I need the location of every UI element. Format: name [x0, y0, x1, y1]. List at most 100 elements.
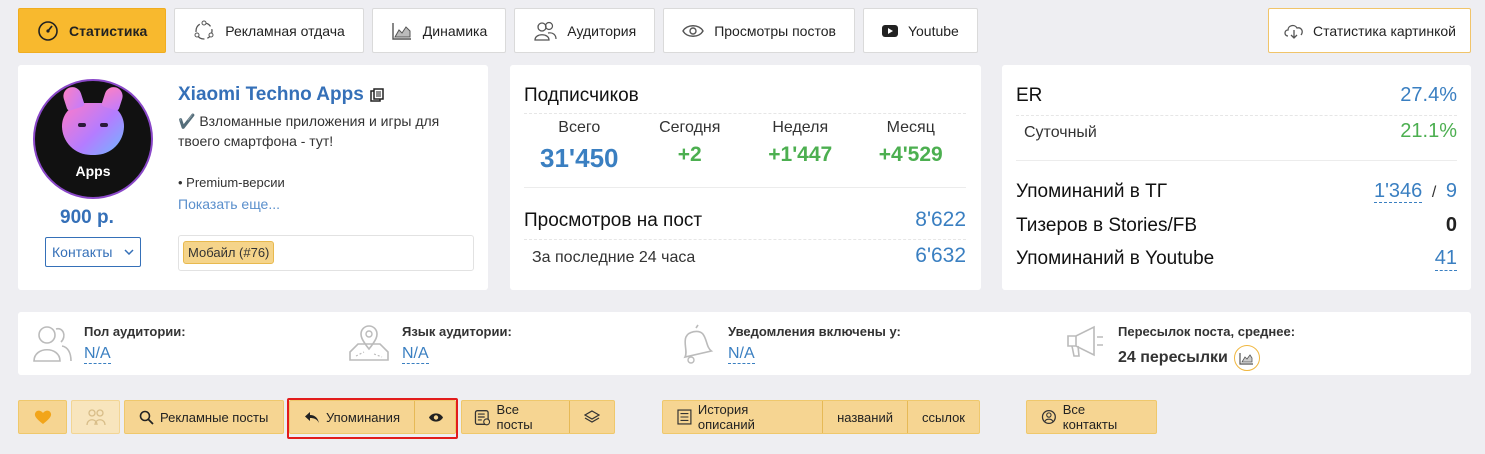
- tab-label: Аудитория: [567, 22, 637, 39]
- tab-label: Youtube: [907, 22, 959, 39]
- statistics-image-button[interactable]: Статистика картинкой: [1268, 8, 1471, 53]
- copy-icon[interactable]: [370, 87, 385, 103]
- channel-price: 900 р.: [60, 207, 114, 228]
- channel-avatar[interactable]: Apps: [33, 79, 153, 199]
- all-posts-button-group: Все посты: [461, 400, 615, 434]
- audience-notifications-value[interactable]: N/A: [728, 345, 755, 364]
- mentions-tg-label: Упоминаний в ТГ: [1016, 181, 1168, 202]
- subscribers-month-label: Месяц: [886, 119, 935, 136]
- ad-posts-seg: Рекламные посты: [125, 401, 282, 433]
- tab-label: Рекламная отдача: [225, 22, 345, 39]
- chart-area-icon: [1239, 352, 1254, 365]
- contacts-dropdown[interactable]: Контакты: [45, 237, 141, 267]
- show-more-link[interactable]: Показать еще...: [178, 196, 280, 212]
- audience-gender-value[interactable]: N/A: [84, 345, 111, 364]
- mentions-button-group: Упоминания: [289, 400, 456, 434]
- er-daily-value: 21.1%: [1400, 120, 1457, 142]
- contacts-badge-icon: [1041, 409, 1056, 425]
- all-contacts-button[interactable]: Все контакты: [1026, 400, 1157, 434]
- names-history-button[interactable]: названий: [822, 401, 907, 433]
- ad-posts-button[interactable]: Рекламные посты: [124, 400, 284, 434]
- audience-language-value[interactable]: N/A: [402, 345, 429, 364]
- mentions-label: Упоминания: [325, 409, 400, 425]
- tab-statistics[interactable]: Статистика: [18, 8, 167, 53]
- mentions-tg-value2[interactable]: 9: [1446, 180, 1457, 202]
- eye-icon: [682, 24, 705, 37]
- tab-dynamics[interactable]: Динамика: [371, 8, 507, 53]
- channel-profile-card: Apps 900 р. Контакты Xiaomi Techno Apps …: [18, 65, 488, 290]
- posts-list-icon: [474, 409, 491, 425]
- channel-description: ✔️ Взломанные приложения и игры для твое…: [178, 113, 440, 149]
- history-button-group: История описаний названий ссылок: [662, 400, 980, 434]
- mentions-views-button[interactable]: [414, 401, 457, 433]
- mentions-tg-separator: /: [1431, 184, 1437, 201]
- mascot-logo-icon: [62, 103, 124, 155]
- subscribers-week: Неделя +1'447: [745, 117, 856, 174]
- users-outline-icon: [33, 326, 72, 362]
- tab-audience[interactable]: Аудитория: [514, 8, 656, 53]
- mentions-button[interactable]: Упоминания: [290, 401, 414, 433]
- er-row: ER 27.4%: [1016, 84, 1457, 107]
- search-icon: [139, 410, 154, 425]
- statistics-image-label: Статистика картинкой: [1313, 22, 1456, 39]
- mentions-tg-row: Упоминаний в ТГ 1'346 / 9: [1016, 180, 1457, 203]
- subscribers-week-label: Неделя: [772, 119, 829, 136]
- names-history-label: названий: [837, 409, 893, 425]
- tab-label: Просмотры постов: [714, 22, 836, 39]
- mentions-yt-value[interactable]: 41: [1434, 247, 1457, 271]
- subscribers-month-value: +4'529: [878, 143, 943, 166]
- ad-posts-label: Рекламные посты: [160, 409, 269, 425]
- audience-forwards-label: Пересылок поста, среднее:: [1118, 324, 1296, 339]
- links-history-button[interactable]: ссылок: [907, 401, 979, 433]
- engagement-card: ER 27.4% Суточный 21.1% Упоминаний в ТГ …: [1002, 65, 1471, 290]
- views-per-post-value: 8'622: [915, 208, 966, 231]
- er-daily-row: Суточный 21.1%: [1016, 115, 1457, 143]
- teasers-row: Тизеров в Stories/FB 0: [1016, 214, 1457, 237]
- contacts-label: Контакты: [52, 244, 113, 260]
- divider: [524, 187, 966, 188]
- er-value: 27.4%: [1400, 84, 1457, 106]
- mentions-tg-values: 1'346 / 9: [1373, 180, 1457, 203]
- mentions-yt-label: Упоминаний в Youtube: [1016, 248, 1215, 269]
- subscribers-breakdown: Всего 31'450 Сегодня +2 Неделя +1'447 Ме…: [524, 113, 966, 174]
- favorite-button[interactable]: [18, 400, 67, 434]
- views-per-post-row: Просмотров на пост 8'622: [524, 208, 966, 232]
- tab-post-views[interactable]: Просмотры постов: [663, 8, 855, 53]
- desc-history-label: История описаний: [697, 402, 755, 432]
- views-24h-row: За последние 24 часа 6'632: [524, 239, 966, 268]
- audience-notifications-text: Уведомления включены у: N/A: [728, 324, 901, 364]
- desc-history-button[interactable]: История описаний: [663, 401, 822, 433]
- subscribers-total-label: Всего: [558, 119, 601, 136]
- map-pin-icon: [349, 325, 389, 361]
- tab-ad-return[interactable]: Рекламная отдача: [174, 8, 364, 53]
- audience-language-text: Язык аудитории: N/A: [402, 324, 512, 364]
- subscribers-month: Месяц +4'529: [856, 117, 967, 174]
- compare-button[interactable]: [71, 400, 120, 434]
- tab-label: Статистика: [69, 22, 148, 39]
- channel-name-link[interactable]: Xiaomi Techno Apps: [178, 84, 385, 106]
- audience-strip: Пол аудитории: N/A Язык аудитории: N/A У…: [18, 312, 1471, 375]
- ad-return-icon: [194, 20, 214, 40]
- all-posts-button[interactable]: Все посты: [462, 401, 569, 433]
- tab-youtube[interactable]: Youtube: [862, 8, 978, 53]
- category-tag[interactable]: Мобайл (#76): [183, 241, 275, 264]
- subscribers-total: Всего 31'450: [524, 117, 635, 174]
- audience-language: Язык аудитории: N/A: [348, 324, 512, 364]
- eye-icon: [429, 412, 443, 422]
- mentions-tg-value[interactable]: 1'346: [1373, 180, 1423, 203]
- divider: [1016, 160, 1457, 161]
- mascot-eye: [78, 123, 86, 127]
- bell-icon: [683, 324, 714, 364]
- all-posts-layers-button[interactable]: [569, 401, 614, 433]
- all-contacts-label: Все контакты: [1062, 402, 1118, 432]
- forwards-chart-button[interactable]: [1233, 345, 1260, 371]
- channel-description-more: • Premium-версии: [178, 175, 285, 189]
- audience-forwards-value: 24 пересылки: [1118, 349, 1228, 366]
- audience-notifications-label: Уведомления включены у:: [728, 324, 901, 339]
- stats-gauge-icon: [38, 20, 58, 41]
- audience-gender: Пол аудитории: N/A: [32, 324, 186, 364]
- audience-forwards: Пересылок поста, среднее: 24 пересылки: [1064, 324, 1295, 371]
- views-per-post-label: Просмотров на пост: [524, 210, 703, 231]
- people-group-icon: [85, 409, 106, 426]
- audience-language-label: Язык аудитории:: [402, 324, 512, 339]
